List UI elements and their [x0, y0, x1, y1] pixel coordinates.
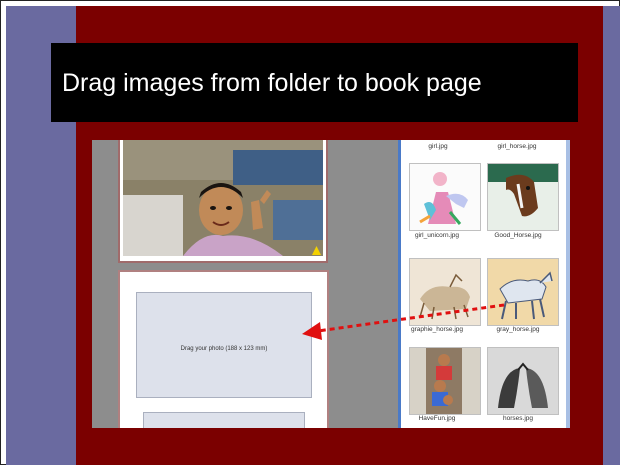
- drag-arrow-line: [317, 303, 505, 333]
- drag-arrow: [302, 303, 505, 340]
- drag-arrow-head: [302, 322, 322, 340]
